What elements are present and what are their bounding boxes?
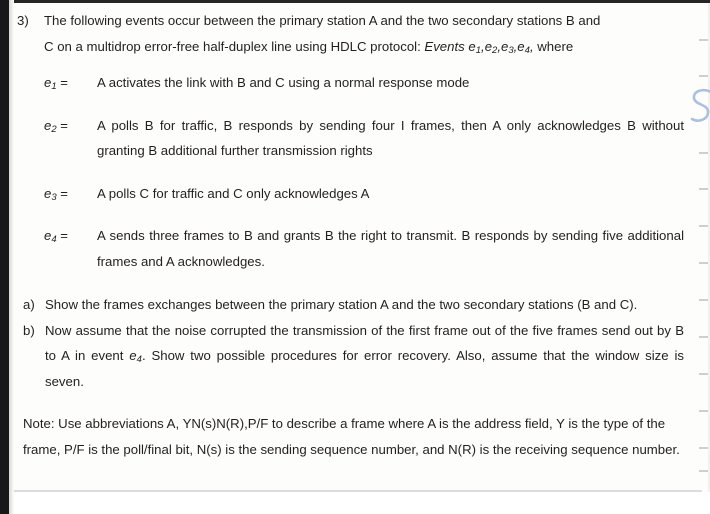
question-number: 3) [17, 13, 29, 28]
event-label-e3: e3 = [44, 181, 68, 207]
subquestion-marker-b: b) [23, 322, 35, 338]
event-row: e1 = A activates the link with B and C u… [14, 70, 698, 96]
event-label-e2: e2 = [44, 113, 68, 139]
event-text-e2: A polls B for traffic, B responds by sen… [97, 117, 684, 159]
intro-line-2-plain-start: C on a multidrop error-free half-duplex … [44, 38, 425, 54]
margin-tick [699, 299, 708, 301]
document-page: 3) The following events occur between th… [0, 0, 710, 514]
event-definition-list: e1 = A activates the link with B and C u… [14, 70, 698, 274]
margin-tick [699, 39, 708, 41]
margin-tick [699, 410, 708, 412]
intro-line-1: The following events occur between the p… [44, 13, 601, 28]
event-equals: = [56, 117, 69, 133]
question-intro: 3) The following events occur between th… [14, 8, 698, 59]
margin-tick [699, 75, 708, 77]
event-row: e2 = A polls B for traffic, B responds b… [14, 113, 698, 164]
bottom-whitespace [14, 492, 710, 514]
margin-tick [699, 188, 708, 190]
subquestion-text-b: Now assume that the noise corrupted the … [45, 318, 684, 395]
left-gutter-band [0, 0, 9, 514]
margin-tick [699, 225, 708, 227]
subquestion-marker-a: a) [23, 297, 35, 312]
event-equals: = [56, 185, 69, 201]
subquestion-b: b) Now assume that the noise corrupted t… [14, 318, 698, 395]
intro-line-2-plain-end: where [533, 38, 574, 54]
margin-tick [699, 152, 708, 154]
event-text-e4: A sends three frames to B and grants B t… [97, 228, 684, 269]
subquestion-list: a) Show the frames exchanges between the… [14, 292, 698, 394]
event-equals: = [56, 228, 69, 243]
event-label-e4: e4 = [44, 223, 68, 249]
event-label-e1: e1 = [44, 70, 68, 96]
event-row: e4 = A sends three frames to B and grant… [14, 223, 698, 274]
subquestion-a: a) Show the frames exchanges between the… [14, 292, 698, 318]
event-text-e3: A polls C for traffic and C only acknowl… [97, 185, 370, 201]
events-word: Events e [424, 38, 476, 54]
document-content: 3) The following events occur between th… [14, 5, 698, 489]
events-sep-2: ,e [497, 38, 509, 54]
margin-tick [699, 470, 708, 472]
top-rule [0, 0, 710, 3]
event-text-e1: A activates the link with B and C using … [97, 75, 470, 90]
margin-tick [699, 373, 708, 375]
margin-tick [699, 336, 708, 338]
subquestion-text-a: Show the frames exchanges between the pr… [45, 297, 638, 312]
margin-tick [699, 447, 708, 449]
event-row: e3 = A polls C for traffic and C only ac… [14, 181, 698, 207]
intro-line-2: C on a multidrop error-free half-duplex … [44, 34, 684, 60]
events-sep-1: ,e [481, 38, 493, 54]
events-sep-3: ,e [513, 38, 525, 54]
subquestion-b-symbol: e [129, 348, 137, 363]
event-equals: = [56, 75, 69, 90]
margin-tick [699, 262, 708, 264]
intro-events-italic: Events e1,e2,e3,e4, [424, 38, 533, 55]
subquestion-b-symbol-group: e4 [129, 348, 142, 364]
abbreviation-note: Note: Use abbreviations A, YN(s)N(R),P/F… [23, 416, 680, 457]
